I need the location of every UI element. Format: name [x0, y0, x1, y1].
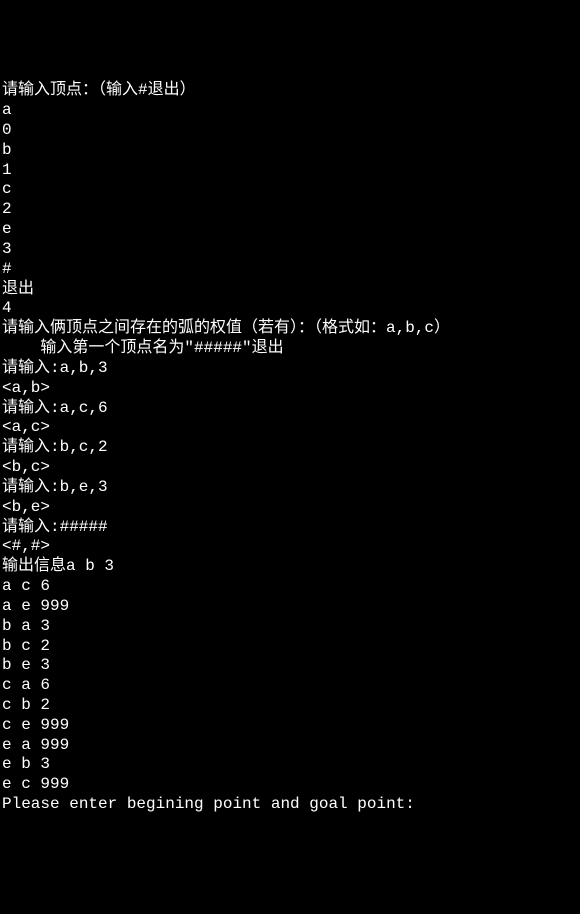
output-line: b a 3: [2, 617, 580, 637]
output-line: e b 3: [2, 755, 580, 775]
output-line: <b,e>: [2, 498, 580, 518]
output-line: 请输入:b,c,2: [2, 438, 580, 458]
output-line: 2: [2, 200, 580, 220]
output-line: a: [2, 101, 580, 121]
output-line: 输出信息a b 3: [2, 557, 580, 577]
output-line: 请输入顶点：（输入#退出）: [2, 81, 580, 101]
output-line: <a,b>: [2, 379, 580, 399]
output-line: 0: [2, 121, 580, 141]
output-line: 4: [2, 299, 580, 319]
output-line: c: [2, 180, 580, 200]
output-line: <a,c>: [2, 418, 580, 438]
output-line: 请输入:b,e,3: [2, 478, 580, 498]
output-line: e c 999: [2, 775, 580, 795]
output-line: c a 6: [2, 676, 580, 696]
output-line: c e 999: [2, 716, 580, 736]
prompt-line[interactable]: Please enter begining point and goal poi…: [2, 795, 580, 815]
output-line: b c 2: [2, 637, 580, 657]
output-line: 请输入:a,b,3: [2, 359, 580, 379]
output-line: 退出: [2, 280, 580, 300]
output-line: <#,#>: [2, 537, 580, 557]
output-line: 请输入:a,c,6: [2, 399, 580, 419]
output-line: <b,c>: [2, 458, 580, 478]
output-line: a c 6: [2, 577, 580, 597]
output-line: 请输入:#####: [2, 518, 580, 538]
output-line: 1: [2, 161, 580, 181]
output-line: 请输入俩顶点之间存在的弧的权值（若有）：（格式如：a,b,c）: [2, 319, 580, 339]
output-line: b e 3: [2, 656, 580, 676]
output-line: 3: [2, 240, 580, 260]
output-line: a e 999: [2, 597, 580, 617]
terminal-output: 请输入顶点：（输入#退出）a0b1c2e3#退出4请输入俩顶点之间存在的弧的权值…: [2, 81, 580, 815]
output-line: b: [2, 141, 580, 161]
output-line: c b 2: [2, 696, 580, 716]
output-line: #: [2, 260, 580, 280]
output-line: e: [2, 220, 580, 240]
output-line: 输入第一个顶点名为"#####"退出: [2, 339, 580, 359]
